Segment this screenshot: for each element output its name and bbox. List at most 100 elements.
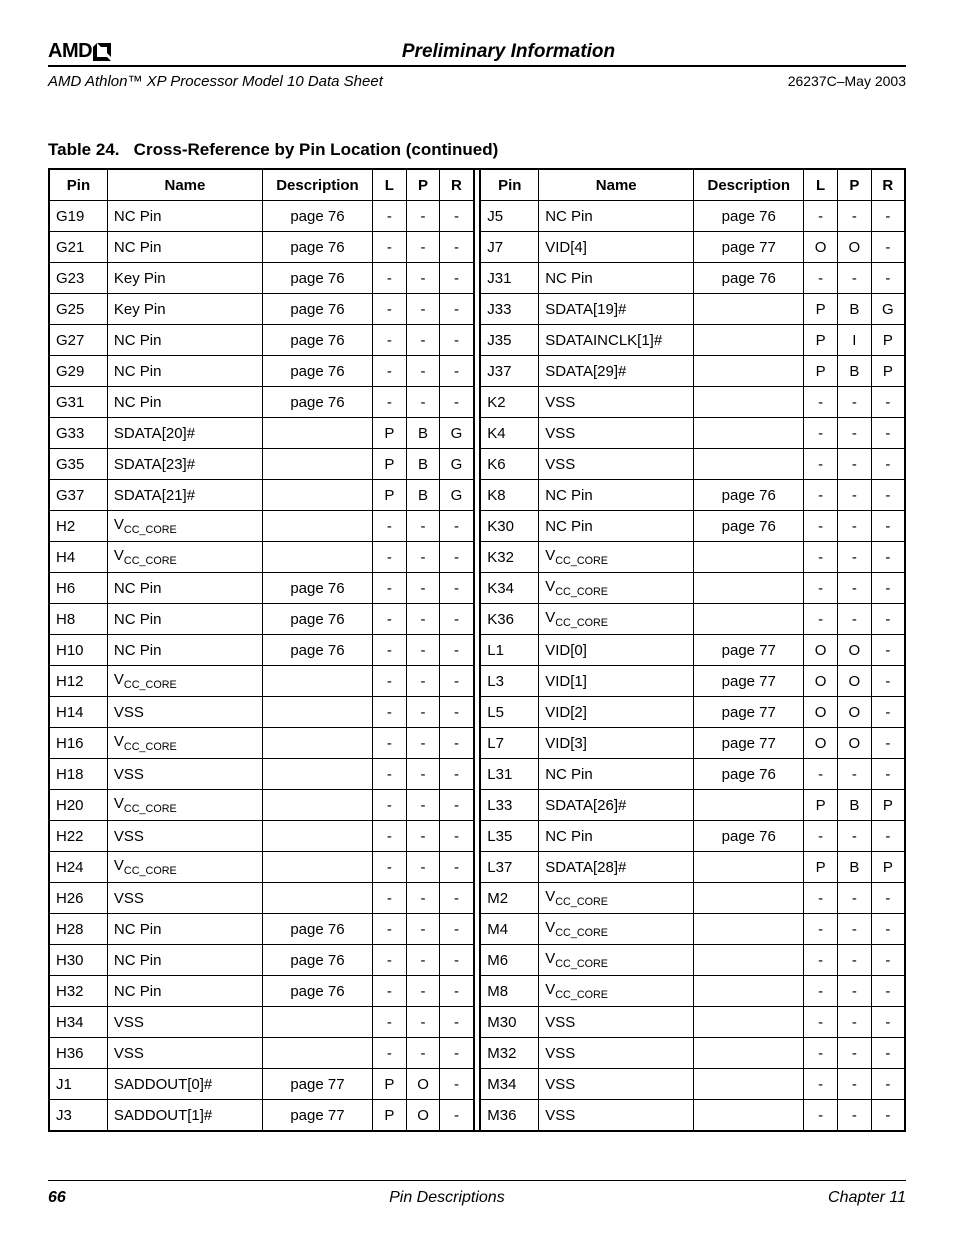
cell-r: - <box>871 480 905 511</box>
cell-r: - <box>440 697 474 728</box>
cell-r: - <box>440 1038 474 1069</box>
cell-r: - <box>871 728 905 759</box>
cell-l: - <box>373 511 407 542</box>
cell-desc <box>262 728 372 759</box>
cell-desc <box>694 883 804 914</box>
cell-l: - <box>373 356 407 387</box>
cell-p: O <box>837 666 871 697</box>
cell-r: - <box>440 666 474 697</box>
cell-gap <box>474 511 481 542</box>
cell-desc <box>262 759 372 790</box>
cell-l: - <box>804 1038 838 1069</box>
cell-pin: H14 <box>49 697 107 728</box>
cell-pin: H22 <box>49 821 107 852</box>
table-row: G33SDATA[20]#PBGK4VSS--- <box>49 418 905 449</box>
cell-desc <box>694 1038 804 1069</box>
cell-name: SDATA[21]# <box>107 480 262 511</box>
cell-r: P <box>871 356 905 387</box>
cell-gap <box>474 883 481 914</box>
cell-r: - <box>440 232 474 263</box>
col-l: L <box>373 169 407 201</box>
col-name: Name <box>107 169 262 201</box>
cell-name: NC Pin <box>107 387 262 418</box>
cell-pin: K8 <box>480 480 538 511</box>
table-row: G19NC Pinpage 76---J5NC Pinpage 76--- <box>49 201 905 232</box>
cell-r: - <box>440 852 474 883</box>
page-footer: 66 Pin Descriptions Chapter 11 <box>48 1180 906 1207</box>
cell-desc <box>694 294 804 325</box>
cell-desc <box>694 542 804 573</box>
cell-p: - <box>406 821 440 852</box>
cell-p: B <box>837 356 871 387</box>
doc-id: 26237C–May 2003 <box>788 73 906 89</box>
cell-gap <box>474 573 481 604</box>
cell-p: - <box>406 201 440 232</box>
cell-name: NC Pin <box>107 325 262 356</box>
cell-name: VSS <box>539 1007 694 1038</box>
cell-name: SDATAINCLK[1]# <box>539 325 694 356</box>
cell-name: VSS <box>107 883 262 914</box>
cell-name: SDATA[28]# <box>539 852 694 883</box>
cell-p: - <box>837 201 871 232</box>
cell-desc: page 76 <box>262 635 372 666</box>
table-row: H28NC Pinpage 76---M4VCC_CORE--- <box>49 914 905 945</box>
col-r: R <box>440 169 474 201</box>
cell-pin: L3 <box>480 666 538 697</box>
cell-pin: H20 <box>49 790 107 821</box>
page-number: 66 <box>48 1189 66 1207</box>
cell-r: - <box>871 542 905 573</box>
cell-l: - <box>373 294 407 325</box>
cell-p: - <box>406 1038 440 1069</box>
cell-l: P <box>804 356 838 387</box>
cell-l: - <box>804 418 838 449</box>
header-bar: AMD Preliminary Information <box>48 40 906 67</box>
col-gap <box>474 169 481 201</box>
cell-l: - <box>804 883 838 914</box>
cell-name: VID[3] <box>539 728 694 759</box>
cell-gap <box>474 1069 481 1100</box>
cell-l: - <box>373 325 407 356</box>
cell-p: - <box>837 387 871 418</box>
cell-desc <box>262 542 372 573</box>
cell-l: P <box>373 449 407 480</box>
cell-pin: L35 <box>480 821 538 852</box>
cell-l: - <box>373 976 407 1007</box>
cell-r: - <box>440 883 474 914</box>
cell-desc: page 77 <box>694 728 804 759</box>
cell-l: - <box>373 852 407 883</box>
cell-l: - <box>373 387 407 418</box>
cell-r: - <box>440 759 474 790</box>
cell-desc <box>694 1007 804 1038</box>
cell-l: - <box>373 1007 407 1038</box>
cell-desc: page 76 <box>694 201 804 232</box>
cell-l: - <box>373 573 407 604</box>
cell-l: - <box>804 759 838 790</box>
cell-p: - <box>837 914 871 945</box>
cell-pin: H10 <box>49 635 107 666</box>
cell-r: - <box>871 821 905 852</box>
cell-p: - <box>406 387 440 418</box>
table-row: H32NC Pinpage 76---M8VCC_CORE--- <box>49 976 905 1007</box>
cell-name: VCC_CORE <box>539 542 694 573</box>
table-row: J1SADDOUT[0]#page 77PO-M34VSS--- <box>49 1069 905 1100</box>
cell-p: - <box>406 263 440 294</box>
cell-pin: J37 <box>480 356 538 387</box>
cell-pin: K2 <box>480 387 538 418</box>
amd-arrow-icon <box>93 43 111 61</box>
cell-desc <box>694 790 804 821</box>
cell-r: - <box>440 728 474 759</box>
cell-name: VSS <box>539 449 694 480</box>
cell-desc <box>262 1038 372 1069</box>
cell-desc: page 77 <box>694 666 804 697</box>
cell-pin: M4 <box>480 914 538 945</box>
cell-p: - <box>837 759 871 790</box>
cell-pin: K34 <box>480 573 538 604</box>
cell-desc: page 76 <box>262 201 372 232</box>
cell-name: VCC_CORE <box>539 945 694 976</box>
col-name: Name <box>539 169 694 201</box>
cell-l: - <box>373 263 407 294</box>
cell-desc <box>694 945 804 976</box>
cell-l: - <box>373 697 407 728</box>
cell-desc <box>262 418 372 449</box>
cell-r: - <box>871 883 905 914</box>
